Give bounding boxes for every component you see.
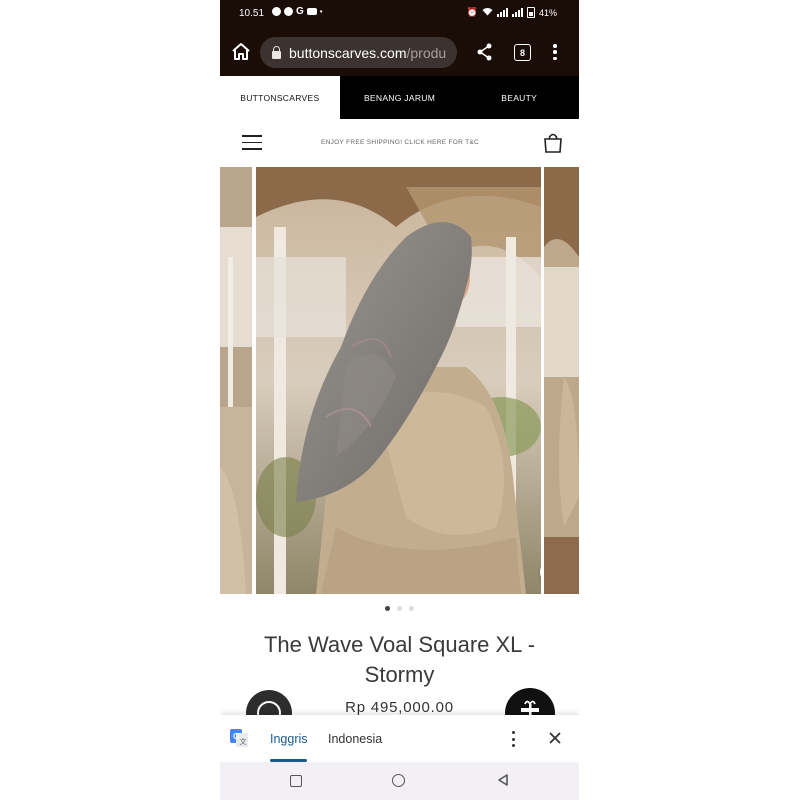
phone-screen: 10.51 G • ⏰ 41% buttonscarves.com /produ… — [220, 0, 579, 800]
carousel-slide-next[interactable] — [544, 167, 579, 594]
pagination-dot[interactable] — [385, 606, 390, 611]
brand-tab-beauty[interactable]: BEAUTY — [459, 76, 579, 119]
url-host: buttonscarves.com — [289, 44, 407, 61]
status-bar: 10.51 G • ⏰ 41% — [220, 0, 579, 28]
dot — [553, 44, 557, 48]
product-image-carousel[interactable] — [220, 167, 579, 594]
lock-icon — [272, 45, 281, 59]
home-button[interactable] — [230, 42, 252, 62]
tab-switcher-button[interactable]: 8 — [514, 44, 531, 61]
hamburger-menu-icon[interactable] — [242, 135, 262, 150]
address-bar[interactable]: buttonscarves.com/produ — [260, 37, 457, 68]
dot — [553, 56, 557, 60]
back-icon — [498, 774, 508, 786]
alarm-icon: ⏰ — [466, 7, 478, 17]
browser-toolbar: buttonscarves.com/produ 8 — [220, 28, 579, 76]
whatsapp-icon — [272, 7, 281, 16]
battery-icon — [526, 7, 535, 18]
system-navigation-bar — [220, 762, 579, 800]
language-option-selected[interactable]: Inggris — [270, 732, 308, 746]
home-icon — [232, 43, 250, 60]
status-right: ⏰ 41% — [467, 7, 557, 18]
recent-apps-button[interactable] — [290, 775, 302, 787]
battery-level: 41% — [538, 7, 557, 18]
share-icon — [477, 43, 492, 61]
svg-text:文: 文 — [240, 737, 247, 746]
pagination-dot[interactable] — [409, 606, 414, 611]
close-translate-button[interactable] — [547, 730, 563, 746]
pagination-dot[interactable] — [397, 606, 402, 611]
product-title: The Wave Voal Square XL - Stormy — [263, 632, 536, 687]
close-icon — [549, 732, 561, 744]
notification-icons: G • — [272, 6, 323, 17]
signal-icon-2 — [511, 8, 523, 17]
svg-text:G: G — [233, 732, 239, 741]
google-icon: G — [296, 6, 304, 17]
url-path: /produ — [406, 44, 447, 61]
free-shipping-link[interactable]: ENJOY FREE SHIPPING! CLICK HERE FOR T&C — [280, 139, 520, 146]
messenger-icon — [284, 7, 293, 16]
wifi-icon — [482, 7, 493, 18]
site-header: ENJOY FREE SHIPPING! CLICK HERE FOR T&C — [220, 119, 579, 168]
brand-tab-buttonscarves[interactable]: BUTTONSCARVES — [220, 76, 340, 119]
share-button[interactable] — [475, 42, 495, 62]
translate-bar: G 文 Inggris Indonesia — [220, 715, 579, 762]
signal-icon-1 — [496, 8, 508, 17]
google-translate-icon[interactable]: G 文 — [230, 729, 248, 747]
more-notifications-icon: • — [319, 7, 323, 16]
brand-tabs: BUTTONSCARVES BENANG JARUM BEAUTY — [220, 76, 579, 119]
carousel-slide-previous[interactable] — [220, 167, 252, 594]
status-time: 10.51 — [239, 8, 265, 19]
translate-options-button[interactable] — [510, 731, 516, 747]
browser-menu-button[interactable] — [550, 42, 560, 62]
carousel-pagination — [220, 606, 579, 614]
back-button[interactable] — [496, 773, 510, 787]
system-home-button[interactable] — [392, 774, 405, 787]
brand-tab-benang-jarum[interactable]: BENANG JARUM — [339, 76, 460, 119]
dot — [553, 50, 557, 54]
product-image-main[interactable] — [256, 167, 541, 594]
shopping-bag-icon[interactable] — [543, 133, 563, 153]
youtube-icon — [306, 8, 317, 15]
language-option-other[interactable]: Indonesia — [328, 732, 382, 746]
